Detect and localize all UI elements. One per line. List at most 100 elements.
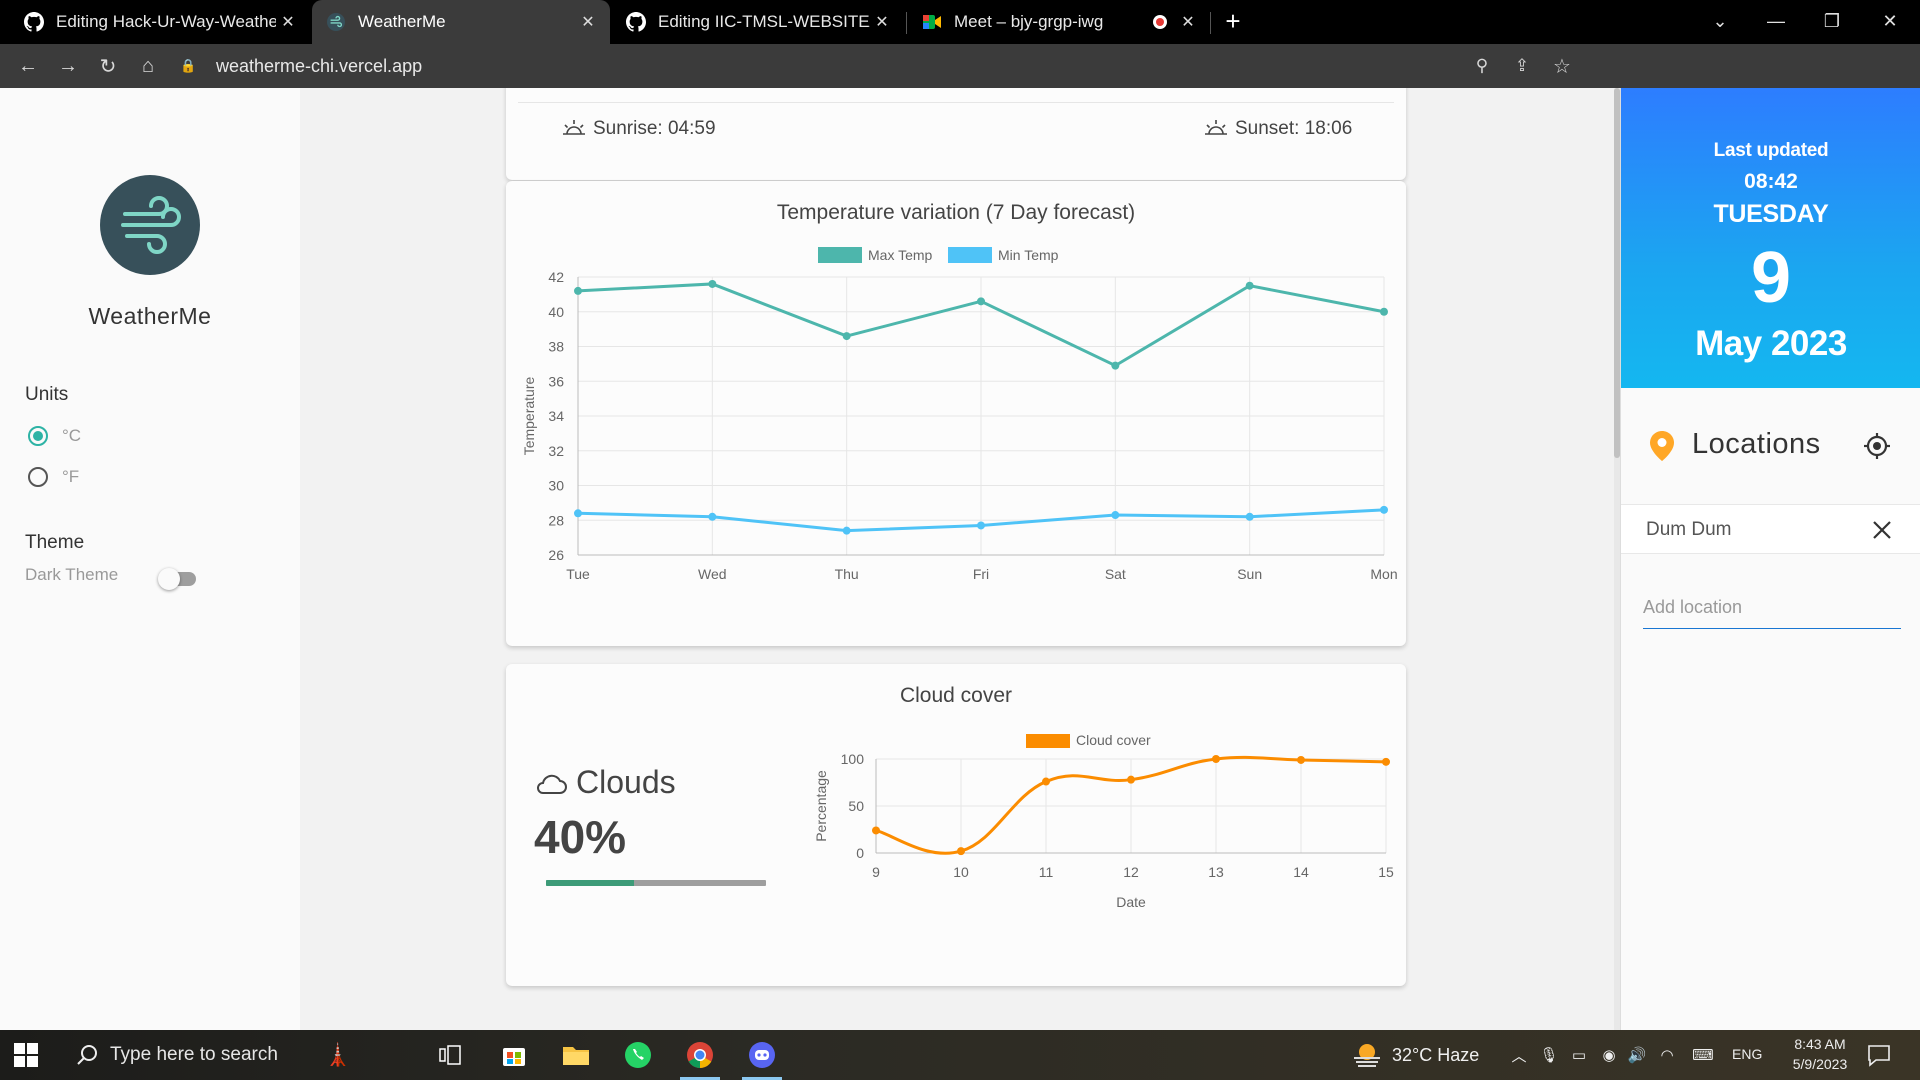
whatsapp-icon[interactable]: [614, 1035, 662, 1075]
data-point: [842, 332, 851, 341]
microsoft-store-icon[interactable]: [490, 1035, 538, 1075]
search-icon: [77, 1045, 97, 1065]
chrome-icon[interactable]: [676, 1035, 724, 1080]
data-point: [1127, 775, 1135, 784]
last-updated-time: 08:42: [1744, 170, 1798, 193]
data-point: [1380, 307, 1388, 316]
x-tick-label: 12: [1123, 864, 1139, 880]
tab-search-chevron-icon[interactable]: ⌄: [1700, 6, 1740, 36]
tab-meet[interactable]: Meet – bjy-grgp-iwg ✕: [908, 0, 1210, 44]
language-indicator[interactable]: ENG: [1732, 1046, 1762, 1062]
remove-location-icon[interactable]: [1869, 517, 1895, 543]
search-placeholder: Type here to search: [110, 1044, 278, 1065]
taskbar-clock[interactable]: 8:43 AM 5/9/2023: [1770, 1034, 1870, 1074]
toggle-thumb: [158, 568, 180, 590]
data-point: [1245, 512, 1254, 521]
close-tab-icon[interactable]: ✕: [1176, 10, 1200, 34]
clock-time: 8:43 AM: [1794, 1036, 1846, 1052]
sunset-item: Sunset: 18:06: [1203, 118, 1352, 140]
discord-icon[interactable]: [738, 1035, 786, 1080]
volume-icon[interactable]: 🔊: [1626, 1044, 1648, 1066]
unit-celsius-label: °C: [62, 426, 82, 445]
restore-icon[interactable]: ❐: [1812, 6, 1852, 36]
data-point: [1212, 755, 1220, 763]
data-point: [1380, 505, 1388, 514]
dark-theme-toggle[interactable]: [158, 568, 198, 590]
weatherme-logo: [100, 175, 200, 275]
data-point: [1111, 511, 1120, 520]
close-window-icon[interactable]: ✕: [1870, 6, 1910, 36]
keyboard-icon[interactable]: ⌨: [1688, 1044, 1718, 1066]
data-point: [1245, 281, 1254, 290]
address-bar[interactable]: 🔒 weatherme-chi.vercel.app: [180, 52, 1610, 80]
windows-start-icon[interactable]: [14, 1043, 38, 1067]
add-location-input[interactable]: [1643, 587, 1901, 629]
data-point: [1297, 755, 1305, 764]
camera-icon[interactable]: ◉: [1598, 1044, 1620, 1066]
location-list-item[interactable]: Dum Dum: [1621, 504, 1920, 554]
new-tab-button[interactable]: +: [1218, 8, 1248, 36]
forward-icon[interactable]: →: [54, 52, 82, 80]
data-point: [977, 521, 985, 530]
minimize-icon[interactable]: —: [1756, 6, 1796, 36]
tab-github-weatherme[interactable]: Editing Hack-Ur-Way-WeatherMe ✕: [10, 0, 310, 44]
unit-celsius-option[interactable]: °C: [28, 426, 81, 446]
github-icon: [24, 12, 44, 32]
back-icon[interactable]: ←: [14, 52, 42, 80]
notification-center-icon[interactable]: [1866, 1042, 1892, 1068]
y-axis-label: Temperature: [521, 376, 537, 455]
theme-heading: Theme: [25, 532, 85, 553]
tab-github-iic[interactable]: Editing IIC-TMSL-WEBSITE/READM ✕: [612, 0, 904, 44]
y-tick-label: 30: [548, 478, 564, 494]
close-tab-icon[interactable]: ✕: [576, 10, 600, 34]
file-explorer-icon[interactable]: [552, 1035, 600, 1075]
location-pin-icon: [1650, 431, 1674, 461]
legend-swatch: [948, 247, 992, 263]
gps-locate-icon[interactable]: [1863, 432, 1891, 460]
temperature-chart-title: Temperature variation (7 Day forecast): [776, 201, 1136, 224]
task-view-icon[interactable]: [426, 1035, 474, 1075]
app-name: WeatherMe: [88, 303, 212, 329]
close-tab-icon[interactable]: ✕: [870, 10, 894, 34]
home-icon[interactable]: ⌂: [134, 52, 162, 80]
day-number: 9: [1750, 238, 1792, 318]
taskbar-weather-text: 32°C Haze: [1392, 1044, 1480, 1065]
tab-weatherme[interactable]: WeatherMe ✕: [312, 0, 610, 44]
card-divider: [518, 102, 1394, 103]
cloud-card: Cloud cover Clouds 40% Cloud cover 0 50 100…: [506, 664, 1406, 986]
taskbar-search[interactable]: Type here to search 🗼: [58, 1030, 418, 1080]
dark-theme-label: Dark Theme: [25, 565, 119, 584]
sunrise-item: Sunrise: 04:59: [561, 118, 716, 140]
locations-header: Locations: [1621, 418, 1920, 468]
month-year: May 2023: [1695, 324, 1847, 363]
clock-date: 5/9/2023: [1792, 1056, 1848, 1072]
data-point: [977, 297, 985, 306]
url-text: weatherme-chi.vercel.app: [216, 55, 423, 76]
wifi-icon[interactable]: ◠: [1656, 1044, 1678, 1066]
radio-celsius[interactable]: [28, 426, 48, 446]
last-updated-label: Last updated: [1713, 140, 1829, 161]
radio-fahrenheit[interactable]: [28, 467, 48, 487]
microphone-icon[interactable]: 🎙: [1538, 1044, 1560, 1066]
tab-separator: [906, 12, 907, 34]
x-tick-label: Fri: [973, 566, 989, 582]
cloud-icon: [537, 774, 567, 794]
taskbar-weather-widget[interactable]: 32°C Haze: [1352, 1030, 1479, 1080]
close-tab-icon[interactable]: ✕: [276, 10, 300, 34]
wind-icon: [121, 196, 181, 254]
windows-taskbar: Type here to search 🗼 32°C Haze ︿ 🎙 ▭ ◉ …: [0, 1030, 1920, 1080]
y-axis-label: Percentage: [813, 770, 829, 842]
sun-card: Sunrise: 04:59 Sunset: 18:06: [506, 88, 1406, 180]
tray-overflow-chevron-icon[interactable]: ︿: [1508, 1044, 1530, 1066]
unit-fahrenheit-label: °F: [62, 467, 80, 486]
tab-title: WeatherMe: [358, 12, 446, 31]
sunrise-icon: [563, 120, 585, 135]
unit-fahrenheit-option[interactable]: °F: [28, 467, 79, 487]
battery-icon[interactable]: ▭: [1568, 1044, 1590, 1066]
location-name: Dum Dum: [1646, 519, 1732, 540]
legend-swatch: [818, 247, 862, 263]
reload-icon[interactable]: ↻: [94, 52, 122, 80]
x-tick-label: 9: [872, 864, 880, 880]
y-tick-label: 40: [548, 304, 564, 320]
x-tick-label: Tue: [566, 566, 590, 582]
